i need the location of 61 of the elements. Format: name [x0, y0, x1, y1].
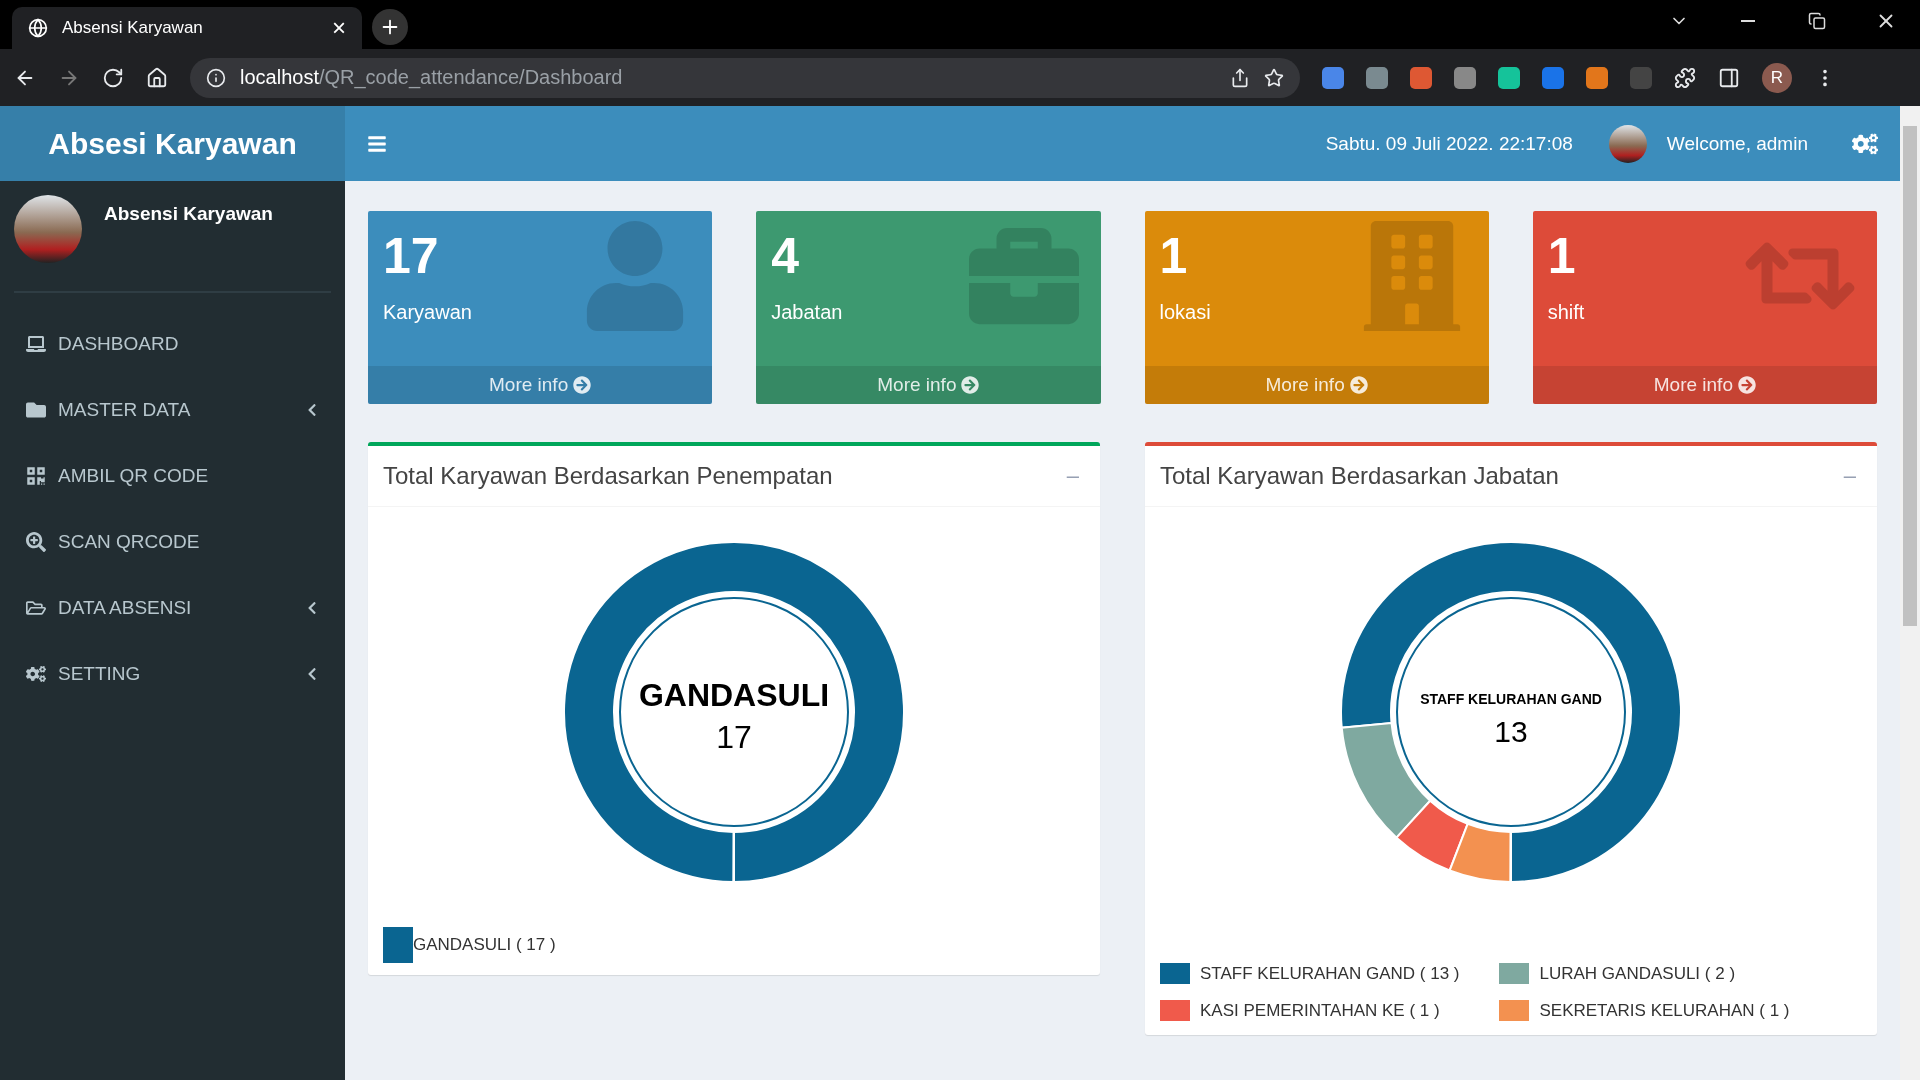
tab-close-button[interactable]: × — [332, 14, 346, 42]
arrow-right-icon — [1349, 376, 1368, 394]
stat-label: lokasi — [1159, 301, 1211, 324]
puzzle-icon[interactable] — [1674, 66, 1696, 89]
folder-icon — [26, 400, 46, 420]
restore-icon — [1807, 12, 1826, 30]
tab-title: Absensi Karyawan — [62, 18, 204, 38]
url-text: localhost/QR_code_attendance/Dashboard — [240, 66, 624, 89]
stat-value: 1 — [1159, 227, 1188, 285]
sidebar-item[interactable]: SETTING — [0, 641, 345, 707]
brand-title: Absesi Karyawan — [0, 106, 345, 181]
center-label: STAFF KELURAHAN GAND — [1420, 691, 1602, 707]
panel-title: Total Karyawan Berdasarkan Jabatan — [1160, 462, 1559, 490]
welcome-text[interactable]: Welcome, admin — [1666, 132, 1808, 155]
stat-value: 17 — [383, 227, 439, 285]
zoom-in-icon — [26, 532, 46, 552]
arrow-right-icon — [573, 376, 592, 394]
stat-label: Karyawan — [383, 301, 472, 324]
share-icon[interactable] — [1230, 67, 1250, 88]
scrollbar[interactable] — [1900, 106, 1920, 1080]
legend-label: GANDASULI ( 17 ) — [413, 935, 556, 955]
panel-title: Total Karyawan Berdasarkan Penempatan — [383, 462, 833, 490]
globe-icon — [28, 18, 48, 38]
info-icon — [206, 67, 226, 88]
stat-value: 1 — [1547, 227, 1576, 285]
stat-label: shift — [1547, 301, 1585, 324]
stat-value: 4 — [771, 227, 800, 285]
more-info-link[interactable]: More info — [368, 366, 713, 404]
profile-avatar[interactable]: R — [1762, 62, 1792, 93]
more-info-link[interactable]: More info — [756, 366, 1101, 404]
cogs-icon — [26, 664, 46, 684]
folder-icon — [26, 598, 46, 618]
laptop-icon — [26, 334, 46, 354]
qr-code-icon — [26, 466, 46, 486]
center-value: 13 — [1494, 715, 1528, 748]
more-info-link[interactable]: More info — [1532, 366, 1877, 404]
legend-label: LURAH GANDASULI ( 2 ) — [1539, 963, 1736, 984]
sidebar-item[interactable]: DATA ABSENSI — [0, 575, 345, 641]
side-panel-icon[interactable] — [1718, 66, 1740, 89]
user-name: Absensi Karyawan — [104, 203, 273, 226]
stat-label: Jabatan — [771, 301, 843, 324]
bookmark-star-icon[interactable] — [1264, 67, 1284, 88]
sidebar-item[interactable]: SCAN QRCODE — [0, 509, 345, 575]
arrow-right-icon — [1737, 376, 1756, 394]
avatar-photo-placeholder — [1608, 124, 1647, 163]
browser-tab[interactable]: Absensi Karyawan × — [12, 7, 362, 49]
center-label: GANDASULI — [638, 677, 830, 713]
home-icon[interactable] — [146, 66, 168, 89]
sidebar-item[interactable]: DASHBOARD — [0, 311, 345, 377]
sidebar-item[interactable]: MASTER DATA — [0, 377, 345, 443]
address-bar[interactable]: localhost/QR_code_attendance/Dashboard — [190, 57, 1300, 98]
minimize-icon — [1740, 20, 1755, 22]
reload-icon[interactable] — [102, 66, 124, 89]
arrow-right-icon — [961, 376, 980, 394]
legend-label: SEKRETARIS KELURAHAN ( 1 ) — [1539, 1000, 1790, 1021]
new-tab-button[interactable] — [372, 9, 408, 45]
sidebar-item[interactable]: AMBIL QR CODE — [0, 443, 345, 509]
legend-label: STAFF KELURAHAN GAND ( 13 ) — [1200, 963, 1460, 984]
legend-label: KASI PEMERINTAHAN KE ( 1 ) — [1200, 1000, 1440, 1021]
date-time: Sabtu. 09 Juli 2022. 22:17:08 — [1325, 132, 1573, 155]
center-value: 17 — [716, 719, 752, 755]
